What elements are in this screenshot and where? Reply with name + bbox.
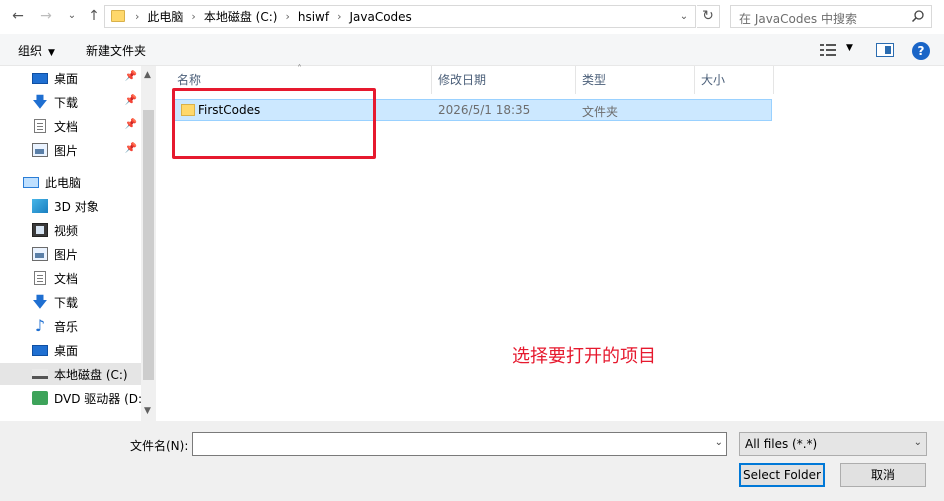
nav-scrollbar[interactable]: ▲ ▼: [141, 66, 156, 421]
nav-label: 下载: [54, 295, 79, 310]
nav-label: 桌面: [54, 343, 79, 358]
organize-button[interactable]: 组织 ▼: [18, 42, 55, 59]
new-folder-button[interactable]: 新建文件夹: [86, 42, 146, 59]
nav-item-desktop[interactable]: 桌面: [0, 339, 141, 361]
chevron-down-icon: ⌄: [913, 437, 922, 448]
nav-label: 桌面: [54, 71, 79, 86]
nav-item-pictures-quick[interactable]: 图片 📌: [0, 139, 141, 161]
filetype-value: All files (*.*): [745, 437, 818, 451]
chevron-down-icon[interactable]: ⌄: [715, 437, 723, 448]
chevron-down-icon[interactable]: ▼: [144, 406, 151, 416]
document-icon: [34, 271, 46, 285]
caret-down-icon[interactable]: ▼: [846, 43, 853, 53]
download-icon: 🡇: [32, 293, 48, 311]
nav-item-music[interactable]: ♪ 音乐: [0, 315, 141, 337]
document-icon: [34, 119, 46, 133]
nav-label: 此电脑: [45, 175, 82, 190]
column-type[interactable]: 类型: [575, 66, 695, 94]
nav-label: 视频: [54, 223, 79, 238]
pin-icon: 📌: [124, 71, 137, 82]
picture-icon: [32, 247, 48, 261]
file-date: 2026/5/1 18:35: [438, 103, 531, 117]
column-date-modified[interactable]: 修改日期: [431, 66, 576, 94]
chevron-up-icon[interactable]: ▲: [144, 70, 151, 80]
nav-label: 文档: [54, 119, 79, 134]
dialog-footer: 文件名(N): ⌄ All files (*.*) ⌄ Select Folde…: [0, 421, 944, 501]
annotation-highlight-box: [172, 88, 376, 159]
help-icon[interactable]: ?: [912, 42, 930, 60]
breadcrumb: › 此电脑 › 本地磁盘 (C:) › hsiwf › JavaCodes: [133, 6, 418, 27]
chevron-right-icon: ›: [285, 10, 290, 23]
annotation-text: 选择要打开的项目: [512, 346, 656, 367]
nav-item-downloads[interactable]: 🡇 下载: [0, 291, 141, 313]
command-bar: 组织 ▼ 新建文件夹 ▼ ?: [0, 34, 944, 66]
nav-item-3d-objects[interactable]: 3D 对象: [0, 195, 141, 217]
this-pc-icon: [23, 176, 39, 188]
dvd-drive-icon: [32, 391, 48, 405]
filename-label: 文件名(N):: [130, 439, 189, 453]
3d-objects-icon: [32, 199, 48, 213]
view-options-icon[interactable]: [820, 43, 836, 57]
nav-label: 音乐: [54, 319, 79, 334]
forward-icon[interactable]: →: [36, 6, 56, 26]
organize-label: 组织: [18, 44, 43, 58]
pin-icon: 📌: [124, 143, 137, 154]
refresh-button[interactable]: ↻: [697, 5, 720, 28]
nav-item-local-disk[interactable]: 本地磁盘 (C:): [0, 363, 141, 385]
nav-item-this-pc[interactable]: 此电脑: [0, 171, 141, 193]
search-placeholder: 在 JavaCodes 中搜索: [739, 12, 857, 26]
pin-icon: 📌: [124, 95, 137, 106]
preview-pane-icon[interactable]: [876, 43, 894, 57]
search-input[interactable]: 在 JavaCodes 中搜索: [730, 5, 932, 28]
pin-icon: 📌: [124, 119, 137, 130]
breadcrumb-javacodes[interactable]: JavaCodes: [349, 10, 417, 24]
chevron-down-icon[interactable]: ⌄: [677, 8, 691, 25]
breadcrumb-local-disk[interactable]: 本地磁盘 (C:): [204, 8, 284, 25]
up-icon[interactable]: ↑: [84, 6, 104, 26]
nav-item-pictures[interactable]: 图片: [0, 243, 141, 265]
column-size[interactable]: 大小: [694, 66, 774, 94]
nav-item-videos[interactable]: 视频: [0, 219, 141, 241]
drive-icon: [32, 369, 48, 379]
chevron-right-icon: ›: [135, 10, 140, 23]
recent-locations-icon[interactable]: ⌄: [62, 6, 82, 26]
file-type: 文件夹: [582, 105, 619, 119]
desktop-icon: [32, 73, 48, 84]
nav-label: DVD 驱动器 (D:: [54, 391, 143, 406]
video-icon: [32, 223, 48, 237]
breadcrumb-this-pc[interactable]: 此电脑: [147, 8, 189, 25]
caret-down-icon: ▼: [48, 48, 55, 58]
nav-label: 3D 对象: [54, 199, 99, 214]
scrollbar-thumb[interactable]: [143, 110, 154, 380]
address-bar[interactable]: › 此电脑 › 本地磁盘 (C:) › hsiwf › JavaCodes ⌄: [104, 5, 696, 28]
nav-item-downloads-quick[interactable]: 🡇 下载 📌: [0, 91, 141, 113]
chevron-right-icon: ›: [337, 10, 342, 23]
picture-icon: [32, 143, 48, 157]
nav-item-desktop-quick[interactable]: 桌面 📌: [0, 67, 141, 89]
navigation-pane: 桌面 📌 🡇 下载 📌 文档 📌 图片 📌 此电脑 3D 对象 视频 图片 文档…: [0, 66, 156, 421]
nav-item-dvd-drive[interactable]: DVD 驱动器 (D:: [0, 387, 143, 409]
nav-label: 文档: [54, 271, 79, 286]
filename-field[interactable]: ⌄: [192, 432, 727, 456]
folder-icon: [111, 10, 125, 22]
download-icon: 🡇: [32, 93, 48, 111]
file-list: ˄ 名称 修改日期 类型 大小 FirstCodes 2026/5/1 18:3…: [156, 64, 944, 421]
search-icon: [911, 10, 924, 23]
chevron-right-icon: ›: [191, 10, 196, 23]
breadcrumb-hsiwf[interactable]: hsiwf: [298, 10, 335, 24]
nav-label: 图片: [54, 247, 79, 262]
address-row: ← → ⌄ ↑ › 此电脑 › 本地磁盘 (C:) › hsiwf › Java…: [0, 0, 944, 34]
nav-label: 下载: [54, 95, 79, 110]
select-folder-button[interactable]: Select Folder: [739, 463, 825, 487]
nav-item-documents[interactable]: 文档: [0, 267, 141, 289]
nav-label: 图片: [54, 143, 79, 158]
nav-label: 本地磁盘 (C:): [54, 367, 128, 382]
back-icon[interactable]: ←: [8, 6, 28, 26]
filetype-select[interactable]: All files (*.*) ⌄: [739, 432, 927, 456]
music-icon: ♪: [34, 316, 46, 335]
nav-item-documents-quick[interactable]: 文档 📌: [0, 115, 141, 137]
desktop-icon: [32, 345, 48, 356]
cancel-button[interactable]: 取消: [840, 463, 926, 487]
